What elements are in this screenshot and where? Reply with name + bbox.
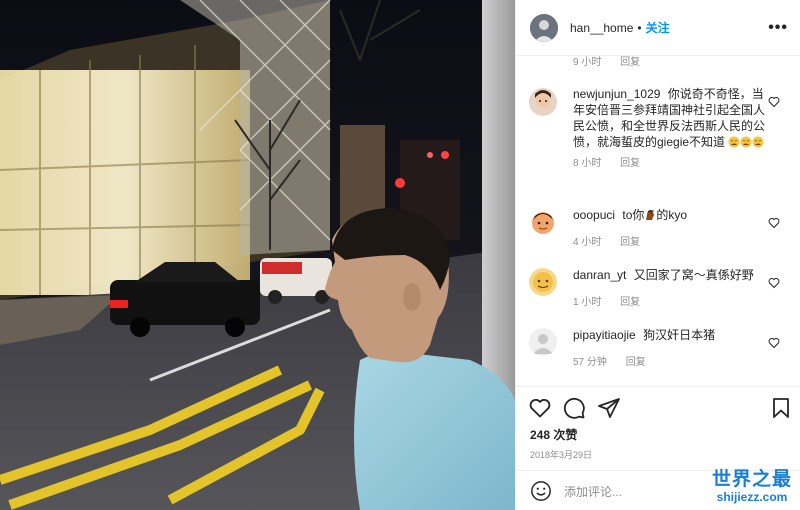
comments-list[interactable]: 9 小时 回复 newjunjun_1029 你说奇不奇怪，当年安倍晋三参拜靖国… — [516, 56, 800, 386]
comment-text: 狗汉奸日本猪 — [643, 328, 716, 342]
comment-time: 1 小时 — [573, 297, 602, 308]
separator-dot: • — [637, 20, 642, 35]
tired-face-emoji — [728, 135, 740, 149]
photo-image — [0, 0, 515, 510]
comment-username[interactable]: ooopuci — [573, 208, 615, 222]
comment-text: to你 — [622, 208, 645, 222]
comment-meta: 1 小时 回复 — [573, 295, 766, 311]
heart-icon[interactable] — [528, 396, 552, 420]
reply-button[interactable]: 回复 — [620, 158, 640, 169]
heart-icon[interactable] — [768, 96, 780, 108]
add-comment-bar: 添加评论... — [516, 470, 800, 510]
comment-body: ooopuci to你 的kyo 4 小时 回复 — [573, 207, 766, 251]
likes-count[interactable]: 248 次赞 — [530, 426, 577, 443]
horse-emoji — [644, 208, 656, 222]
reply-button[interactable]: 回复 — [626, 357, 646, 368]
action-bar — [516, 386, 800, 426]
comment-body: pipayitiaojie 狗汉奸日本猪 57 分钟 回复 — [573, 327, 766, 371]
reply-button[interactable]: 回复 — [620, 297, 640, 308]
heart-icon[interactable] — [768, 277, 780, 289]
smiley-icon[interactable] — [530, 480, 552, 502]
comment-input[interactable]: 添加评论... — [564, 483, 714, 499]
comment-time: 4 小时 — [573, 237, 602, 248]
share-icon[interactable] — [597, 396, 621, 420]
comment-username[interactable]: danran_yt — [573, 268, 626, 282]
comment-text: 的kyo — [656, 208, 688, 222]
avatar[interactable] — [530, 13, 558, 42]
post-username[interactable]: han__home — [570, 21, 633, 35]
comment-meta: 9 小时 回复 — [516, 56, 800, 68]
post-header: han__home • 关注 ••• — [516, 0, 800, 56]
comment-time: 57 分钟 — [573, 357, 607, 368]
bookmark-icon[interactable] — [769, 396, 793, 420]
comment-body: newjunjun_1029 你说奇不奇怪，当年安倍晋三参拜靖国神社引起全国人民… — [573, 86, 766, 172]
avatar[interactable] — [529, 88, 557, 116]
reply-button[interactable]: 回复 — [620, 57, 640, 68]
comment-time: 9 小时 — [573, 57, 602, 68]
post-photo[interactable] — [0, 0, 515, 510]
comment-time: 8 小时 — [573, 158, 602, 169]
comment-text: 又回家了窝～真係好野 — [633, 268, 754, 282]
comment-meta: 8 小时 回复 — [573, 156, 766, 172]
tired-face-emoji — [752, 135, 764, 149]
heart-icon[interactable] — [768, 337, 780, 349]
post-date: 2018年3月29日 — [530, 450, 593, 460]
heart-icon[interactable] — [768, 217, 780, 229]
avatar[interactable] — [529, 208, 557, 236]
comment-meta: 57 分钟 回复 — [573, 355, 766, 371]
avatar[interactable] — [529, 328, 557, 356]
comment-username[interactable]: newjunjun_1029 — [573, 87, 660, 101]
reply-button[interactable]: 回复 — [620, 237, 640, 248]
more-icon[interactable]: ••• — [768, 19, 788, 37]
post-detail-panel: han__home • 关注 ••• 9 小时 回复 newjunjun_102… — [515, 0, 800, 510]
comment-icon[interactable] — [562, 396, 586, 420]
avatar[interactable] — [529, 268, 557, 296]
follow-button[interactable]: 关注 — [646, 19, 670, 36]
comment-username[interactable]: pipayitiaojie — [573, 328, 636, 342]
comment-body: danran_yt 又回家了窝～真係好野 1 小时 回复 — [573, 267, 766, 311]
tired-face-emoji — [740, 135, 752, 149]
comment-meta: 4 小时 回复 — [573, 235, 766, 251]
